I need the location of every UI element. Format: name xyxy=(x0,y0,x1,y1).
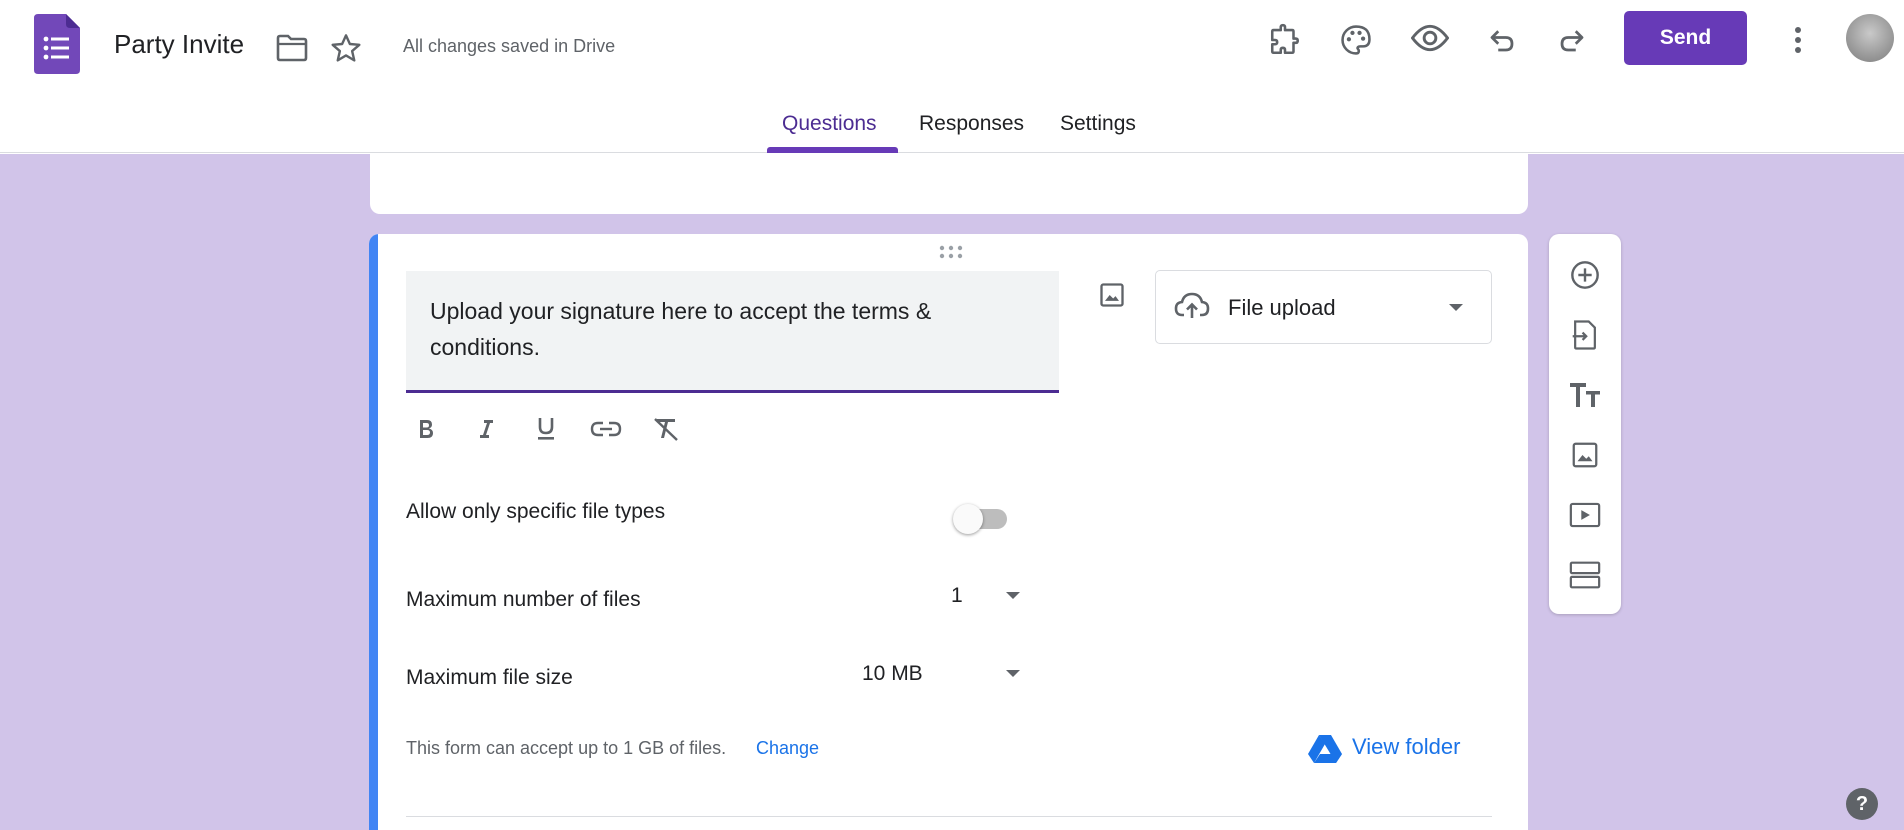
more-vert-icon[interactable] xyxy=(1780,20,1816,60)
active-card-indicator xyxy=(369,234,378,830)
max-size-label: Maximum file size xyxy=(406,666,573,689)
tab-settings[interactable]: Settings xyxy=(1060,112,1136,136)
toggle-thumb xyxy=(953,504,983,534)
tab-responses[interactable]: Responses xyxy=(919,112,1024,136)
card-divider xyxy=(406,816,1492,817)
palette-icon[interactable] xyxy=(1336,20,1376,60)
clear-format-icon[interactable] xyxy=(646,409,686,449)
previous-question-card[interactable] xyxy=(370,154,1528,214)
help-button[interactable]: ? xyxy=(1846,788,1878,820)
undo-icon[interactable] xyxy=(1482,20,1522,60)
cloud-upload-icon xyxy=(1174,292,1210,318)
chevron-down-icon xyxy=(1449,304,1463,311)
max-size-select[interactable]: 10 MB xyxy=(849,652,1029,696)
max-files-select[interactable]: 1 xyxy=(909,574,1029,618)
max-files-label: Maximum number of files xyxy=(406,588,641,611)
italic-icon[interactable] xyxy=(466,409,506,449)
forms-logo-icon[interactable] xyxy=(34,14,80,74)
max-size-value: 10 MB xyxy=(862,662,923,685)
save-status: All changes saved in Drive xyxy=(403,36,616,56)
question-type-label: File upload xyxy=(1228,295,1336,320)
chevron-down-icon xyxy=(1006,670,1020,677)
add-image-icon[interactable] xyxy=(1087,270,1137,320)
redo-icon[interactable] xyxy=(1552,20,1592,60)
document-title[interactable]: Party Invite xyxy=(114,29,244,60)
preview-eye-icon[interactable] xyxy=(1408,18,1452,58)
storage-note: This form can accept up to 1 GB of files… xyxy=(406,738,727,758)
add-question-icon[interactable] xyxy=(1561,251,1609,299)
allow-file-types-label: Allow only specific file types xyxy=(406,500,666,523)
drive-icon xyxy=(1308,735,1342,763)
addons-puzzle-icon[interactable] xyxy=(1265,20,1305,60)
send-button[interactable]: Send xyxy=(1624,11,1747,65)
max-files-value: 1 xyxy=(951,584,963,607)
allow-file-types-toggle[interactable] xyxy=(953,500,1009,536)
app-header: Party Invite All changes saved in Drive … xyxy=(0,0,1904,153)
question-card[interactable]: Upload your signature here to accept the… xyxy=(369,234,1528,830)
add-title-icon[interactable] xyxy=(1561,371,1609,419)
chevron-down-icon xyxy=(1006,592,1020,599)
question-type-dropdown[interactable]: File upload xyxy=(1155,270,1492,344)
avatar[interactable] xyxy=(1846,14,1894,62)
link-icon[interactable] xyxy=(586,409,626,449)
folder-icon[interactable] xyxy=(274,30,310,66)
add-image-icon[interactable] xyxy=(1561,431,1609,479)
drag-handle-icon[interactable] xyxy=(937,244,965,260)
bold-icon[interactable] xyxy=(406,409,446,449)
import-questions-icon[interactable] xyxy=(1561,311,1609,359)
underline-icon[interactable] xyxy=(526,409,566,449)
question-title-input[interactable]: Upload your signature here to accept the… xyxy=(406,271,1059,393)
view-folder-button[interactable]: View folder xyxy=(1304,726,1479,768)
star-icon[interactable] xyxy=(328,30,364,66)
add-video-icon[interactable] xyxy=(1561,491,1609,539)
question-toolbar xyxy=(1549,234,1621,614)
tab-bar: Questions Responses Settings xyxy=(0,108,1904,153)
view-folder-label: View folder xyxy=(1352,734,1461,759)
change-storage-link[interactable]: Change xyxy=(756,738,819,759)
add-section-icon[interactable] xyxy=(1561,551,1609,599)
active-tab-indicator xyxy=(767,147,898,153)
tab-questions[interactable]: Questions xyxy=(782,112,877,136)
